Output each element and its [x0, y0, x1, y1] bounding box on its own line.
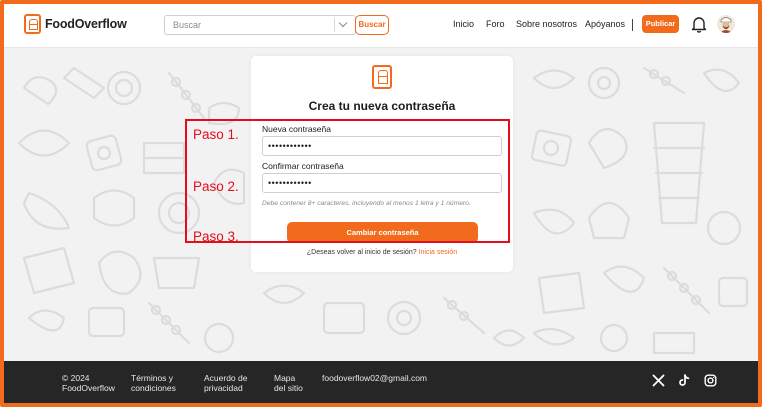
footer-terms-link[interactable]: Términos y condiciones: [131, 373, 176, 393]
annotation-step-3: Paso 3.: [193, 229, 239, 244]
search-button[interactable]: Buscar: [355, 15, 389, 35]
search-input[interactable]: Buscar: [164, 15, 356, 35]
login-prompt-text: ¿Deseas volver al inicio de sesión?: [306, 249, 417, 256]
nav-foro[interactable]: Foro: [486, 19, 505, 29]
footer-email[interactable]: foodoverflow02@gmail.com: [322, 373, 427, 383]
footer-sitemap-link[interactable]: Mapa del sitio: [274, 373, 303, 393]
nav-divider: [632, 19, 633, 31]
tiktok-icon[interactable]: [678, 374, 691, 387]
food-logo-icon: [24, 14, 41, 34]
footer-privacy-link[interactable]: Acuerdo de privacidad: [204, 373, 247, 393]
footer-copyright: © 2024 FoodOverflow: [62, 373, 115, 393]
footer: © 2024 FoodOverflow Términos y condicion…: [4, 361, 758, 403]
nav-sobre-nosotros[interactable]: Sobre nosotros: [516, 19, 577, 29]
brand-logo[interactable]: FoodOverflow: [24, 14, 127, 34]
x-icon[interactable]: [652, 374, 665, 387]
app-frame: FoodOverflow Buscar Buscar Inicio Foro S…: [0, 0, 762, 407]
nav-inicio[interactable]: Inicio: [453, 19, 474, 29]
bell-icon[interactable]: [691, 15, 707, 33]
login-prompt: ¿Deseas volver al inicio de sesión? Inic…: [251, 249, 513, 256]
publish-button[interactable]: Publicar: [642, 15, 679, 33]
top-navbar: FoodOverflow Buscar Buscar Inicio Foro S…: [4, 4, 758, 48]
search-divider: [334, 18, 335, 32]
annotation-step-2: Paso 2.: [193, 179, 239, 194]
nav-apoyanos[interactable]: Apóyanos: [585, 19, 625, 29]
annotation-step-1: Paso 1.: [193, 127, 239, 142]
brand-name: FoodOverflow: [45, 17, 127, 31]
instagram-icon[interactable]: [704, 374, 717, 387]
page-title: Crea tu nueva contraseña: [308, 99, 456, 113]
avatar[interactable]: [717, 15, 735, 33]
login-link[interactable]: Inicia sesión: [419, 249, 458, 256]
food-logo-icon: [372, 65, 392, 89]
